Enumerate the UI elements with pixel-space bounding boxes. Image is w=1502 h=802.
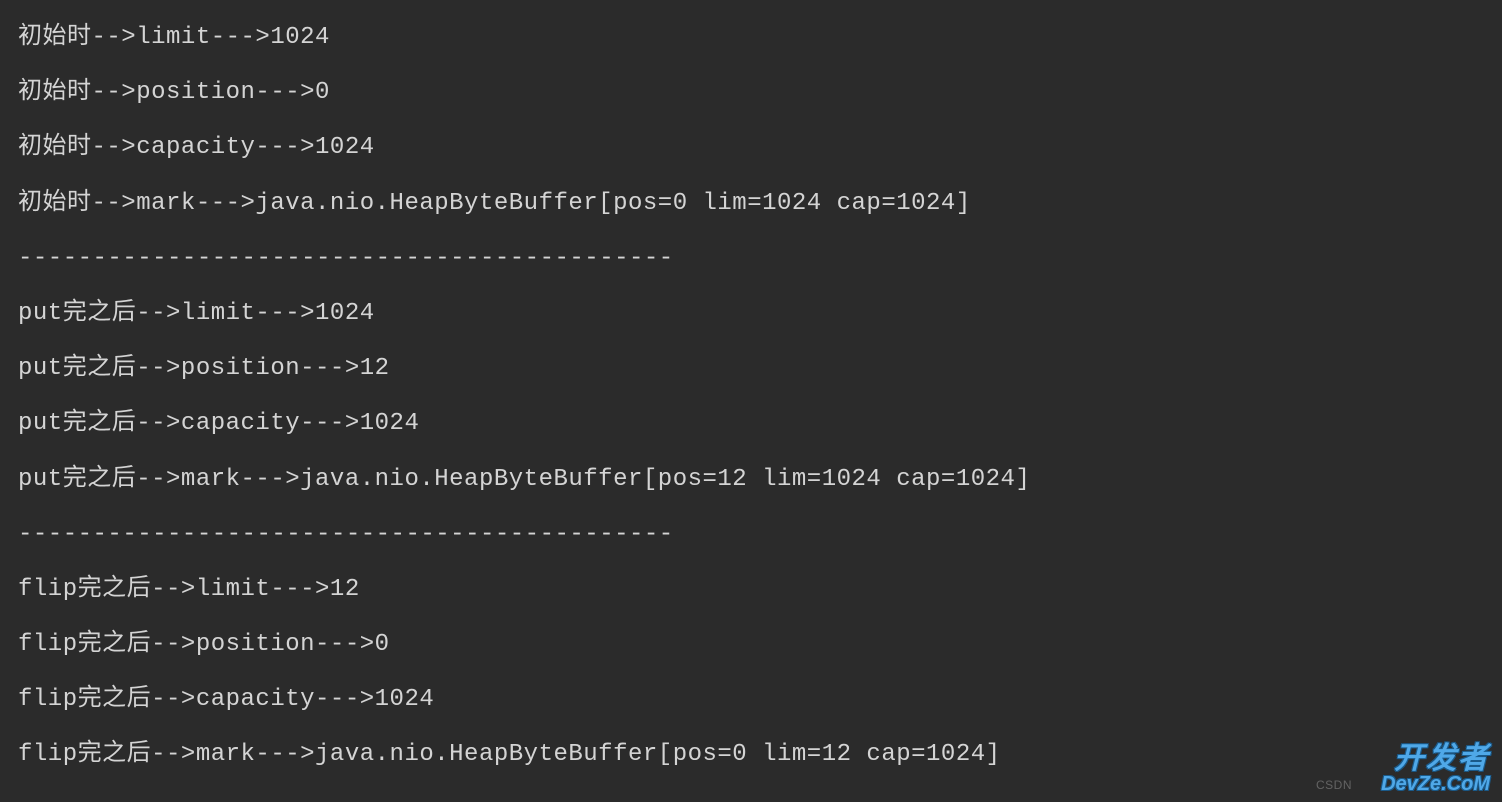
output-line: put完之后-->mark--->java.nio.HeapByteBuffer… (18, 452, 1484, 507)
separator-line: ----------------------------------------… (18, 507, 1484, 562)
console-output: 初始时-->limit--->1024 初始时-->position--->0 … (18, 10, 1484, 783)
output-line: 初始时-->limit--->1024 (18, 10, 1484, 65)
output-line: 初始时-->mark--->java.nio.HeapByteBuffer[po… (18, 176, 1484, 231)
output-line: put完之后-->position--->12 (18, 341, 1484, 396)
output-line: flip完之后-->capacity--->1024 (18, 672, 1484, 727)
output-line: flip完之后-->limit--->12 (18, 562, 1484, 617)
output-line: 初始时-->capacity--->1024 (18, 120, 1484, 175)
output-line: put完之后-->limit--->1024 (18, 286, 1484, 341)
output-line: flip完之后-->mark--->java.nio.HeapByteBuffe… (18, 727, 1484, 782)
separator-line: ----------------------------------------… (18, 231, 1484, 286)
output-line: flip完之后-->position--->0 (18, 617, 1484, 672)
output-line: put完之后-->capacity--->1024 (18, 396, 1484, 451)
output-line: 初始时-->position--->0 (18, 65, 1484, 120)
csdn-watermark: CSDN (1316, 772, 1352, 800)
